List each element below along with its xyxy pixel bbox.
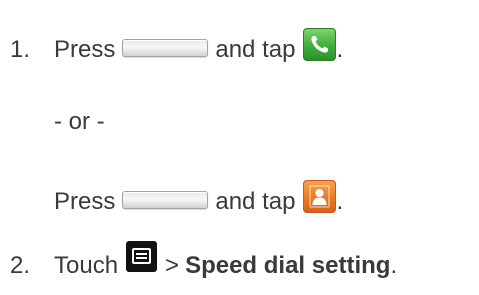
speed-dial-setting-text: Speed dial setting <box>185 251 391 279</box>
step-1-line: 1. Press and tap . <box>10 28 344 66</box>
phone-icon <box>303 28 337 61</box>
contacts-icon <box>303 180 337 213</box>
step-2-number: 2. <box>10 251 31 279</box>
or-text: - or - <box>54 108 105 135</box>
alt-period: . <box>336 187 344 215</box>
home-key-icon <box>122 38 209 57</box>
step-1-press-text: Press <box>54 35 116 63</box>
step-1-number: 1. <box>10 35 31 63</box>
step-2-separator: > <box>165 251 180 279</box>
step-1-and-tap-text: and tap <box>215 35 296 63</box>
step-2-touch-text: Touch <box>54 251 119 279</box>
step-1-period: . <box>336 35 344 63</box>
or-line: - or - <box>54 108 105 136</box>
menu-icon <box>126 241 158 272</box>
alt-press-text: Press <box>54 187 116 215</box>
alt-line: Press and tap . <box>54 180 344 218</box>
step-2-period: . <box>390 251 398 279</box>
step-2-line: 2. Touch > Speed dial setting . <box>10 241 398 281</box>
home-key-icon <box>122 190 209 209</box>
alt-and-tap-text: and tap <box>215 187 296 215</box>
